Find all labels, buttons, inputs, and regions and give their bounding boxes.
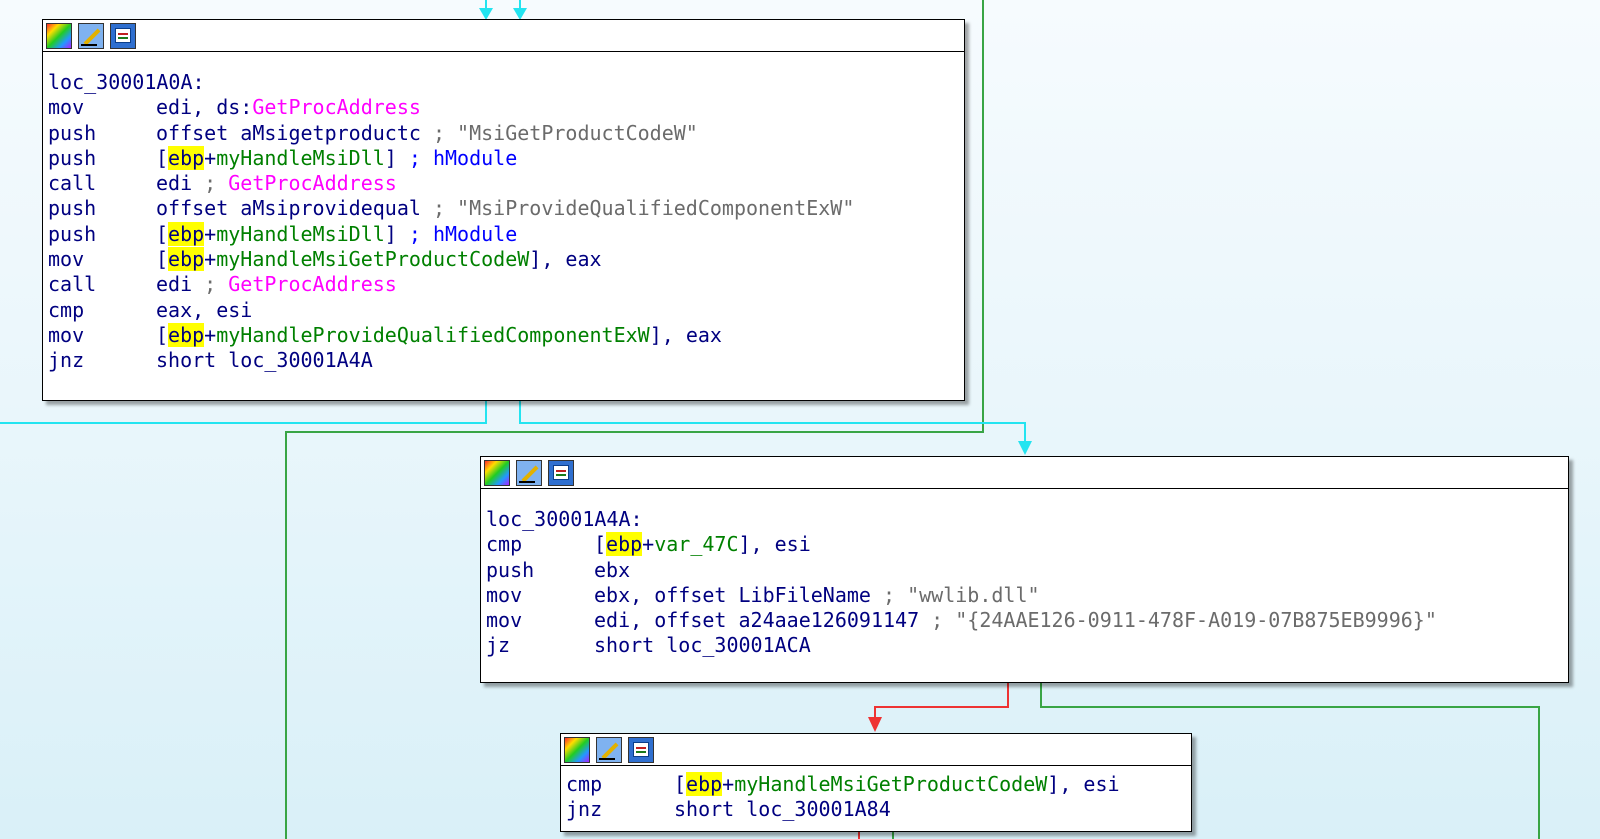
code-label[interactable]: loc_30001A4A: bbox=[486, 507, 1568, 532]
instruction-line[interactable]: jnz short loc_30001A84 bbox=[566, 797, 1191, 822]
instruction-line[interactable]: mov edi, ds:GetProcAddress bbox=[48, 95, 964, 120]
graph-icon[interactable] bbox=[110, 22, 136, 49]
mnemonic: cmp bbox=[486, 532, 523, 557]
mnemonic: push bbox=[48, 221, 97, 246]
instruction-line[interactable]: mov ebx, offset LibFileName ; "wwlib.dll" bbox=[486, 583, 1568, 608]
block-header bbox=[481, 457, 1568, 489]
comment: ; "MsiProvideQualifiedComponentExW" bbox=[420, 196, 855, 221]
variable-name[interactable]: myHandleMsiDll bbox=[216, 222, 385, 246]
instruction-line[interactable]: mov [ebp+myHandleProvideQualifiedComponen… bbox=[48, 322, 964, 348]
pencil-icon[interactable] bbox=[516, 459, 542, 486]
register-highlight[interactable]: ebp bbox=[168, 221, 205, 246]
mnemonic: push bbox=[48, 145, 97, 170]
code-listing: cmp [ebp+myHandleMsiGetProductCodeW], esi… bbox=[561, 766, 1191, 823]
instruction-line[interactable]: push [ebp+myHandleMsiDll] ; hModule bbox=[48, 221, 964, 247]
variable-name[interactable]: myHandleMsiGetProductCodeW bbox=[734, 772, 1047, 796]
comment: ; "{24AAE126-0911-478F-A019-07B875EB9996… bbox=[919, 608, 1437, 633]
mnemonic: mov bbox=[486, 608, 523, 633]
pencil-icon[interactable] bbox=[596, 736, 622, 763]
palette-icon[interactable] bbox=[46, 22, 72, 49]
mnemonic: call bbox=[48, 272, 97, 297]
instruction-line[interactable]: cmp [ebp+myHandleMsiGetProductCodeW], esi bbox=[566, 772, 1191, 797]
instruction-line[interactable]: cmp [ebp+var_47C], esi bbox=[486, 532, 1568, 557]
edge-incoming-1 bbox=[479, 0, 493, 20]
mnemonic: push bbox=[486, 557, 535, 582]
code-block-loc-30001a0a[interactable]: loc_30001A0A: mov edi, ds:GetProcAddress … bbox=[42, 19, 965, 401]
function-name[interactable]: GetProcAddress bbox=[228, 171, 397, 195]
block-header bbox=[561, 734, 1191, 766]
comment: ; "wwlib.dll" bbox=[870, 582, 1040, 607]
instruction-line[interactable]: jz short loc_30001ACA bbox=[486, 633, 1568, 658]
mnemonic: jnz bbox=[48, 348, 85, 373]
register-highlight[interactable]: ebp bbox=[606, 532, 643, 557]
block-header bbox=[43, 20, 964, 52]
comment: ; hModule bbox=[396, 221, 518, 246]
edge-block1-left bbox=[0, 400, 487, 424]
instruction-line[interactable]: call edi ; GetProcAddress bbox=[48, 171, 964, 196]
instruction-line[interactable]: push [ebp+myHandleMsiDll] ; hModule bbox=[48, 145, 964, 171]
graph-icon[interactable] bbox=[548, 459, 574, 486]
mnemonic: cmp bbox=[566, 772, 603, 796]
mnemonic: call bbox=[48, 171, 97, 196]
edge-block2-to-block3-arrow bbox=[868, 717, 882, 732]
graph-icon[interactable] bbox=[628, 736, 654, 763]
function-name[interactable]: GetProcAddress bbox=[228, 272, 397, 296]
instruction-line[interactable]: mov [ebp+myHandleMsiGetProductCodeW], eax bbox=[48, 247, 964, 272]
code-listing: loc_30001A0A: mov edi, ds:GetProcAddress … bbox=[43, 52, 964, 374]
register-highlight[interactable]: ebp bbox=[168, 247, 205, 272]
palette-icon[interactable] bbox=[484, 459, 510, 486]
mnemonic: jz bbox=[486, 633, 511, 658]
variable-name[interactable]: myHandleMsiDll bbox=[216, 146, 385, 170]
variable-name[interactable]: var_47C bbox=[654, 532, 738, 556]
pencil-icon[interactable] bbox=[78, 22, 104, 49]
instruction-line[interactable]: call edi ; GetProcAddress bbox=[48, 272, 964, 297]
mnemonic: mov bbox=[48, 322, 85, 347]
instruction-line[interactable]: push ebx bbox=[486, 558, 1568, 583]
register-highlight[interactable]: ebp bbox=[168, 145, 205, 170]
instruction-line[interactable]: push offset aMsiprovidequal ; "MsiProvide… bbox=[48, 196, 964, 221]
instruction-line[interactable]: mov edi, offset a24aae126091147 ; "{24AAE… bbox=[486, 608, 1568, 633]
instruction-line[interactable]: push offset aMsigetproductc ; "MsiGetProd… bbox=[48, 121, 964, 146]
code-listing: loc_30001A4A: cmp [ebp+var_47C], esi push… bbox=[481, 489, 1568, 659]
code-block-cmp-handle[interactable]: cmp [ebp+myHandleMsiGetProductCodeW], esi… bbox=[560, 733, 1192, 832]
variable-name[interactable]: myHandleProvideQualifiedComponentExW bbox=[216, 323, 649, 347]
comment: ; "MsiGetProductCodeW" bbox=[420, 120, 698, 145]
edge-block1-to-block2 bbox=[519, 400, 1026, 445]
instruction-line[interactable]: jnz short loc_30001A4A bbox=[48, 348, 964, 373]
mnemonic: jnz bbox=[566, 797, 603, 822]
register-highlight[interactable]: ebp bbox=[168, 322, 205, 347]
instruction-line[interactable]: cmp eax, esi bbox=[48, 298, 964, 323]
edge-block1-to-block2-arrow bbox=[1018, 441, 1032, 455]
mnemonic: mov bbox=[48, 95, 85, 120]
mnemonic: push bbox=[48, 120, 97, 145]
register-highlight[interactable]: ebp bbox=[686, 772, 723, 796]
comment: ; hModule bbox=[396, 145, 518, 170]
mnemonic: cmp bbox=[48, 297, 85, 322]
edge-block2-to-block3 bbox=[874, 681, 1009, 722]
variable-name[interactable]: myHandleMsiGetProductCodeW bbox=[216, 247, 529, 271]
code-label[interactable]: loc_30001A0A: bbox=[48, 70, 964, 95]
function-name[interactable]: GetProcAddress bbox=[252, 95, 421, 119]
code-block-loc-30001a4a[interactable]: loc_30001A4A: cmp [ebp+var_47C], esi push… bbox=[480, 456, 1569, 683]
palette-icon[interactable] bbox=[564, 736, 590, 763]
mnemonic: mov bbox=[486, 582, 523, 607]
edge-incoming-2 bbox=[513, 0, 527, 20]
mnemonic: mov bbox=[48, 247, 85, 272]
mnemonic: push bbox=[48, 196, 97, 221]
